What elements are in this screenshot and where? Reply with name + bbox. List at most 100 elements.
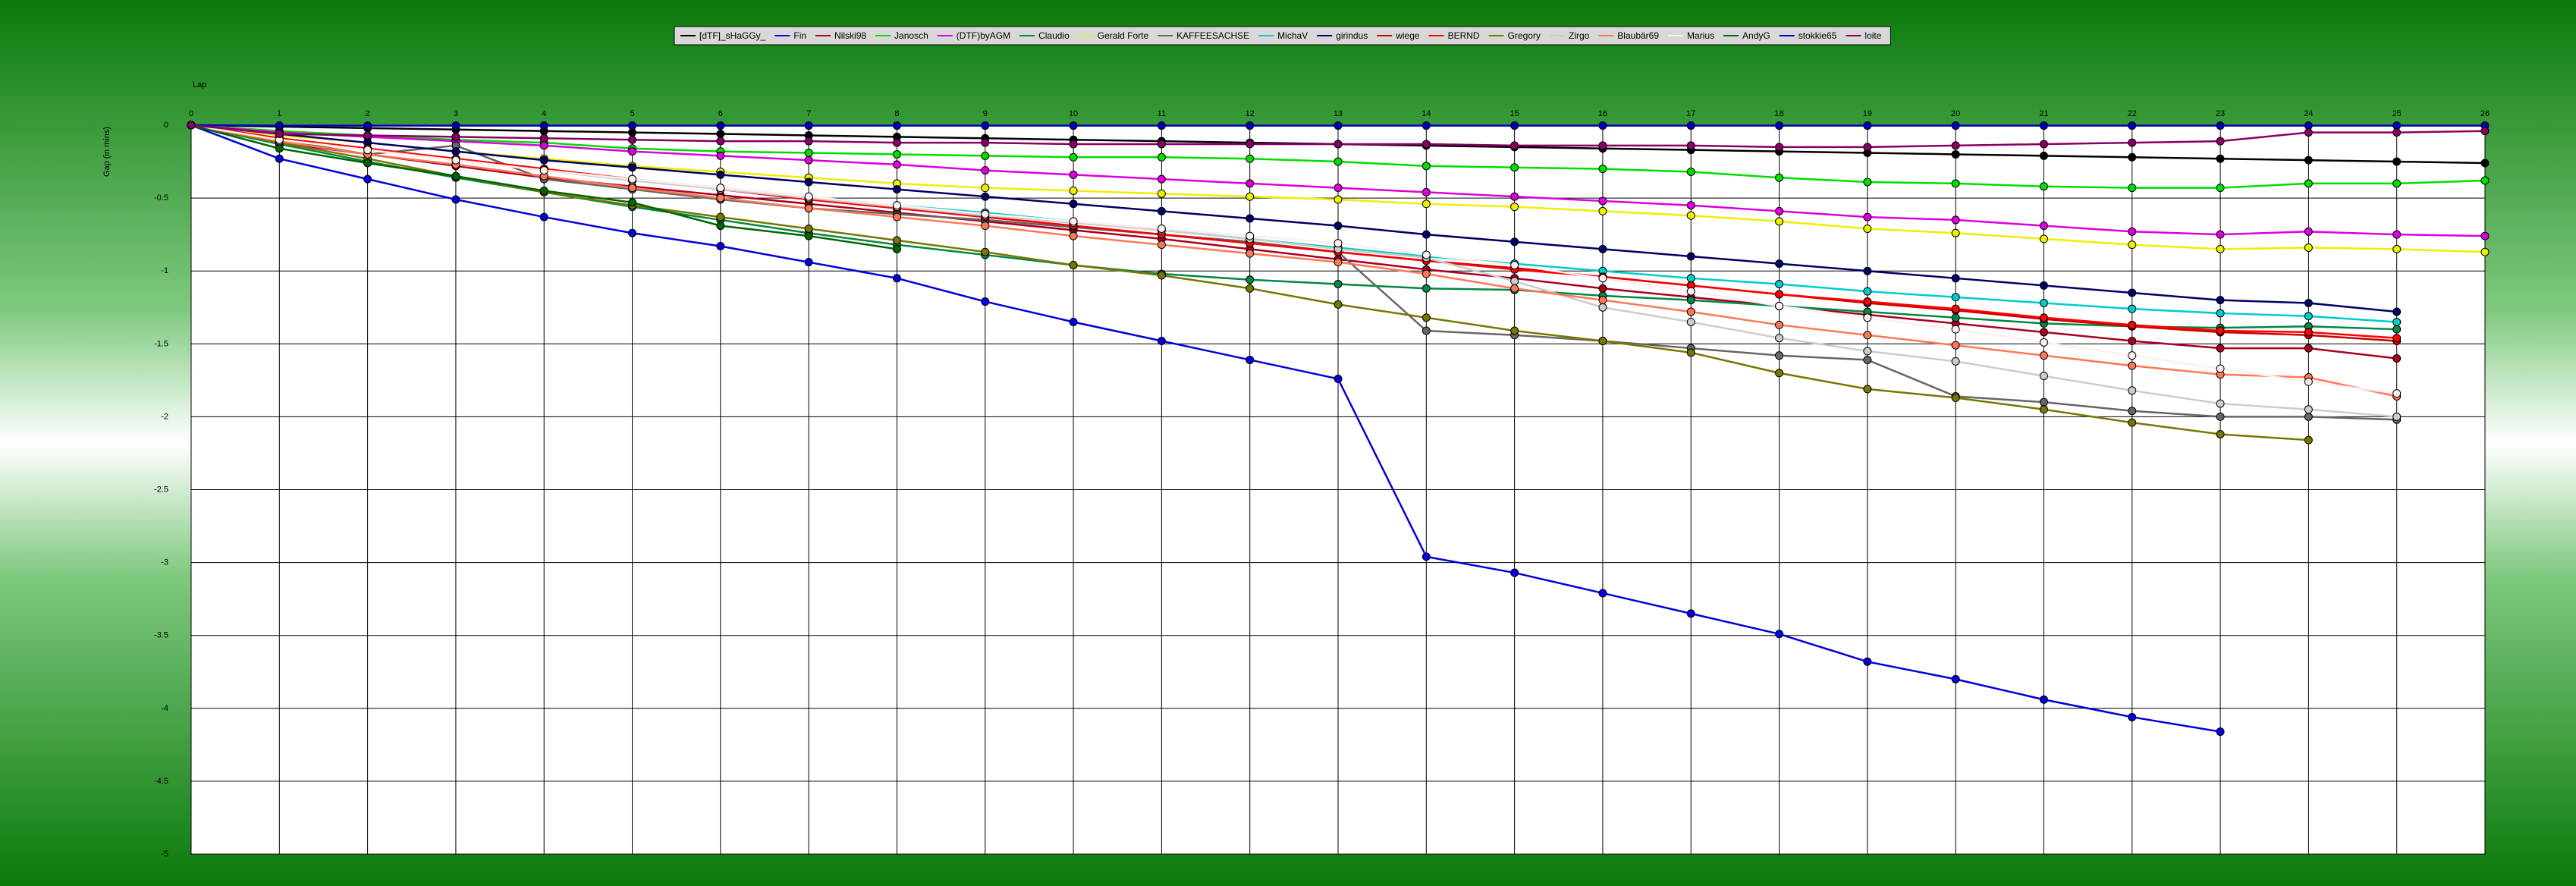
data-point (1775, 173, 1784, 182)
legend-label: Fin (793, 30, 806, 41)
data-point (2039, 151, 2048, 160)
data-point (1686, 252, 1695, 261)
data-point (1775, 143, 1784, 152)
data-point (1422, 313, 1431, 322)
data-point (1686, 201, 1695, 210)
x-tick-label: 17 (1686, 109, 1695, 118)
data-point (1069, 200, 1078, 209)
y-axis-label: Gap (in mins) (102, 127, 112, 177)
data-point (2128, 227, 2137, 236)
data-point (363, 130, 372, 140)
data-point (1069, 317, 1078, 326)
data-point (2304, 121, 2313, 130)
data-point (1157, 206, 1166, 215)
data-point (275, 130, 284, 139)
data-point (1334, 279, 1343, 288)
data-point (2216, 244, 2225, 253)
legend-label: MichaV (1277, 30, 1308, 41)
data-point (2216, 184, 2225, 193)
x-tick-label: 6 (718, 109, 723, 118)
data-point (2039, 351, 2048, 360)
data-point (1951, 141, 1960, 150)
data-point (804, 178, 813, 187)
data-point (804, 137, 813, 146)
data-point (539, 134, 548, 143)
data-point (451, 147, 460, 156)
data-point (1334, 121, 1343, 130)
data-point (2304, 179, 2313, 188)
data-point (892, 185, 901, 194)
x-tick-label: 22 (2128, 109, 2137, 118)
data-point (628, 135, 637, 144)
data-point (2392, 179, 2402, 188)
data-point (2039, 695, 2048, 704)
data-point (1951, 393, 1960, 402)
data-point (1686, 296, 1695, 305)
data-point (1863, 266, 1872, 275)
data-point (1775, 259, 1784, 269)
data-point (1863, 143, 1872, 152)
x-tick-label: 2 (366, 109, 370, 118)
data-point (1598, 589, 1607, 598)
data-point (539, 121, 548, 130)
data-point (716, 151, 725, 160)
data-point (804, 192, 813, 201)
data-point (1863, 313, 1872, 322)
data-point (2392, 244, 2402, 253)
x-tick-label: 20 (1951, 109, 1960, 118)
data-point (1422, 121, 1431, 130)
data-point (2304, 227, 2313, 236)
data-point (2128, 386, 2137, 395)
data-point (716, 137, 725, 146)
data-point (2039, 397, 2048, 407)
data-point (2216, 364, 2225, 373)
data-point (1598, 296, 1607, 305)
data-point (2216, 399, 2225, 408)
data-point (2392, 317, 2402, 326)
data-point (1598, 284, 1607, 293)
data-point (981, 121, 990, 130)
data-point (363, 121, 372, 130)
data-point (1246, 284, 1255, 293)
data-point (1069, 217, 1078, 226)
data-point (1863, 331, 1872, 340)
data-point (1157, 140, 1166, 149)
data-point (2128, 304, 2137, 313)
data-point (1775, 369, 1784, 378)
x-tick-label: 18 (1774, 109, 1783, 118)
data-point (2392, 389, 2402, 398)
data-point (2392, 230, 2402, 239)
data-point (2039, 281, 2048, 290)
data-point (2392, 307, 2402, 316)
legend-label: (DTF)byAGM (957, 30, 1010, 41)
data-point (892, 160, 901, 169)
data-point (892, 212, 901, 222)
data-point (275, 154, 284, 163)
data-point (1863, 121, 1872, 130)
data-point (2039, 338, 2048, 347)
data-point (1775, 206, 1784, 215)
data-point (1863, 224, 1872, 233)
data-point (1951, 121, 1960, 130)
data-point (1863, 212, 1872, 222)
data-point (2128, 351, 2137, 360)
data-point (2392, 121, 2402, 130)
data-point (2304, 377, 2313, 386)
data-point (1686, 287, 1695, 296)
data-point (2392, 412, 2402, 421)
data-point (451, 171, 460, 181)
data-point (804, 156, 813, 165)
y-tick-label: -4.5 (154, 777, 168, 786)
data-point (892, 236, 901, 245)
data-point (2128, 184, 2137, 193)
data-point (2304, 344, 2313, 353)
y-tick-label: -5 (161, 850, 168, 859)
data-point (2128, 418, 2137, 427)
data-point (451, 121, 460, 130)
data-point (2039, 372, 2048, 381)
data-point (2128, 138, 2137, 147)
data-point (1069, 186, 1078, 195)
x-tick-label: 4 (542, 109, 546, 118)
data-point (1157, 189, 1166, 198)
data-point (1157, 224, 1166, 233)
